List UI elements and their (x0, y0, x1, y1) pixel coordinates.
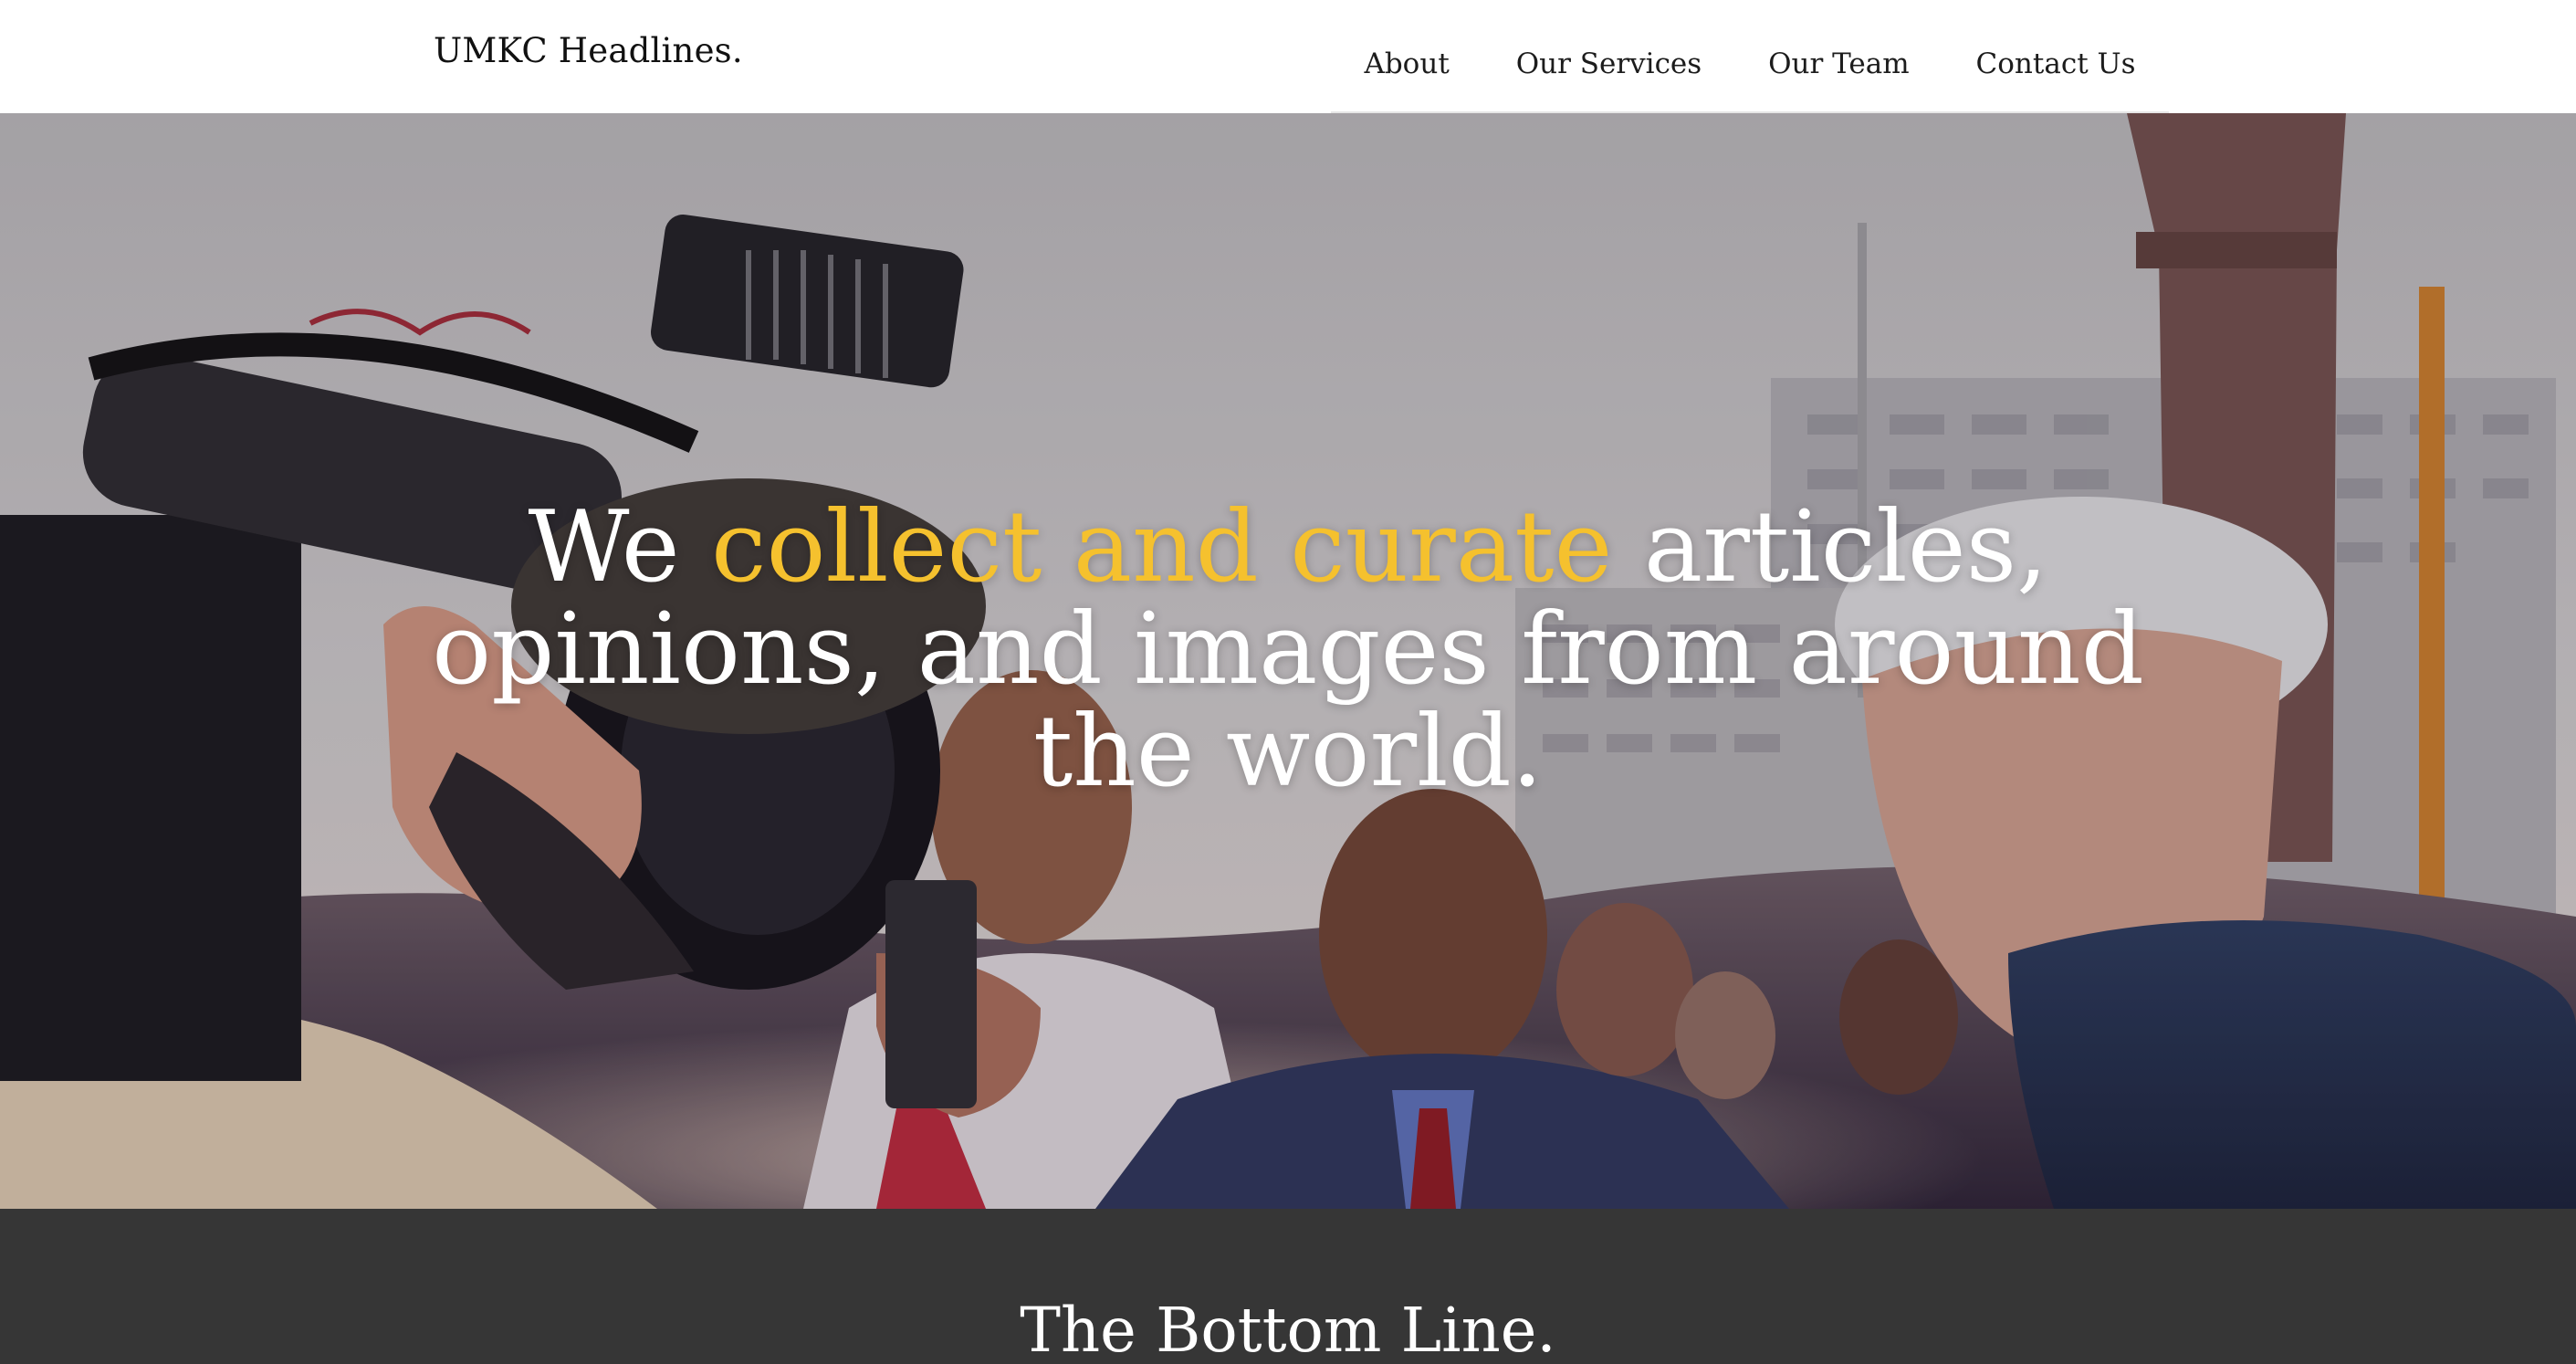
main-nav: About Our Services Our Team Contact Us (1331, 0, 2169, 113)
hero-headline-part1: We (528, 490, 711, 604)
brand-logo-link[interactable]: UMKC Headlines. (434, 31, 743, 70)
section-title: The Bottom Line. (1020, 1295, 1556, 1364)
site-header: UMKC Headlines. About Our Services Our T… (0, 0, 2576, 113)
nav-link-about[interactable]: About (1364, 47, 1449, 80)
nav-link-our-team[interactable]: Our Team (1768, 47, 1910, 80)
bottom-line-section: The Bottom Line. (0, 1209, 2576, 1364)
hero-headline-accent: collect and curate (710, 490, 1613, 604)
nav-link-our-services[interactable]: Our Services (1516, 47, 1702, 80)
hero-headline: We collect and curate articles, opinions… (375, 497, 2201, 803)
nav-link-contact-us[interactable]: Contact Us (1976, 47, 2136, 80)
hero-section: We collect and curate articles, opinions… (0, 113, 2576, 1209)
